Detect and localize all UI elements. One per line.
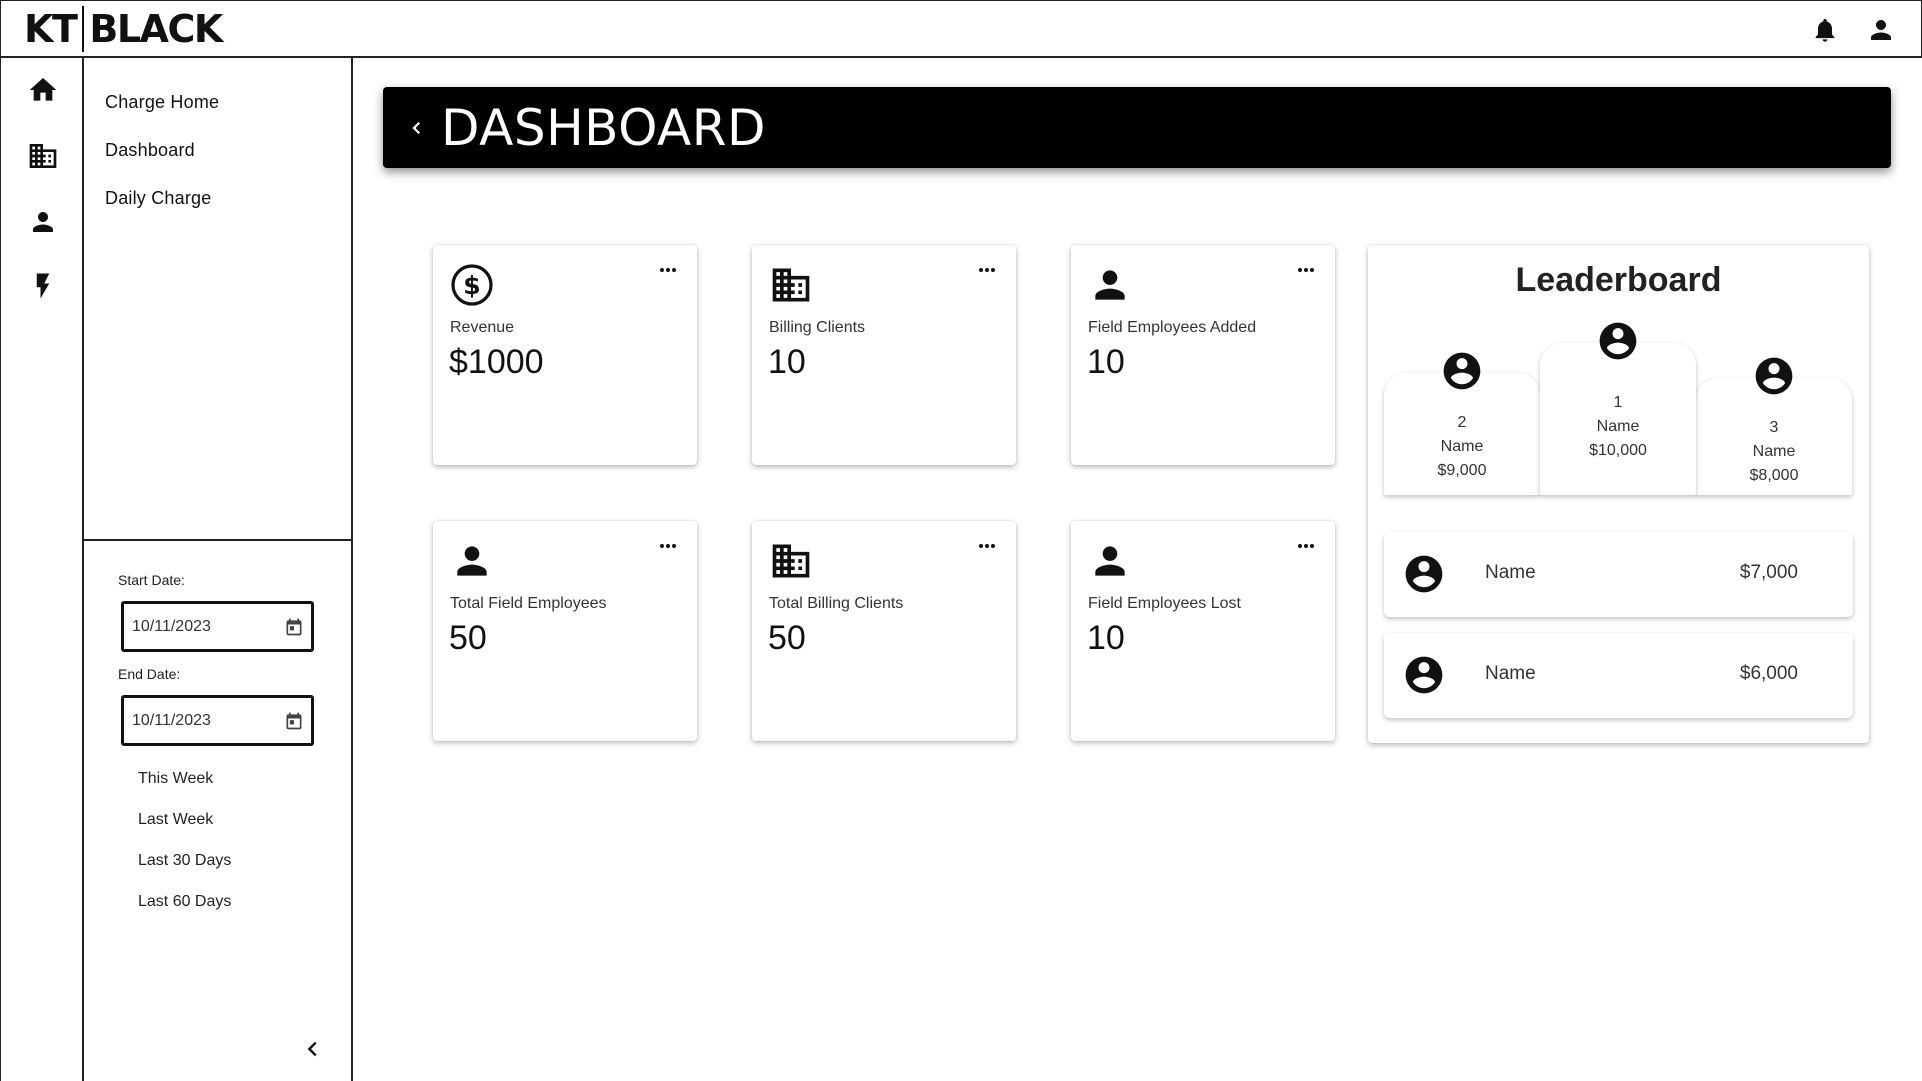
account-circle-icon — [1755, 357, 1793, 395]
sidebar-divider — [84, 539, 351, 541]
page-header: DASHBOARD — [383, 87, 1891, 168]
end-date-value: 10/11/2023 — [132, 711, 211, 729]
podium-second[interactable]: 2 Name $9,000 — [1384, 352, 1540, 495]
start-date-value: 10/11/2023 — [132, 617, 211, 635]
start-date-field[interactable]: 10/11/2023 — [121, 601, 314, 652]
stat-label: Billing Clients — [769, 319, 866, 336]
podium-amount: $9,000 — [1437, 462, 1487, 479]
stat-value: 10 — [1087, 619, 1125, 657]
dollar-circle-icon: $ — [450, 263, 494, 307]
leaderboard-row[interactable]: Name $6,000 — [1384, 633, 1853, 718]
end-date-label: End Date: — [118, 666, 181, 682]
stat-label: Total Billing Clients — [769, 595, 904, 612]
svg-text:$: $ — [463, 271, 480, 300]
sub-navigation: Charge Home Dashboard Daily Charge Start… — [84, 58, 353, 1081]
podium-third[interactable]: 3 Name $8,000 — [1696, 357, 1852, 495]
nav-charge-home[interactable]: Charge Home — [105, 82, 219, 130]
calendar-icon[interactable] — [284, 617, 304, 637]
more-options-icon[interactable] — [657, 537, 679, 555]
stat-value: $1000 — [449, 343, 544, 381]
person-icon — [1088, 263, 1132, 307]
home-icon[interactable] — [27, 74, 59, 106]
account-circle-icon — [1405, 656, 1443, 694]
range-this-week[interactable]: This Week — [138, 770, 213, 788]
top-bar: KT BLACK — [0, 0, 1922, 58]
more-options-icon[interactable] — [976, 537, 998, 555]
podium-name: Name — [1752, 443, 1796, 460]
leaderboard-row-name: Name — [1485, 663, 1536, 684]
logo-left-text: KT — [24, 7, 78, 51]
account-circle-icon — [1443, 352, 1481, 390]
podium-rank: 3 — [1769, 419, 1779, 436]
stat-value: 50 — [449, 619, 487, 657]
podium-amount: $10,000 — [1589, 442, 1647, 459]
end-date-field[interactable]: 10/11/2023 — [121, 695, 314, 746]
back-chevron-icon[interactable] — [405, 116, 429, 140]
account-circle-icon — [1405, 555, 1443, 593]
stat-card-field-employees-added[interactable]: Field Employees Added 10 — [1071, 245, 1335, 465]
start-date-label: Start Date: — [118, 572, 185, 588]
building-icon — [769, 539, 813, 583]
stat-card-total-field-employees[interactable]: Total Field Employees 50 — [433, 521, 697, 741]
stat-card-billing-clients[interactable]: Billing Clients 10 — [752, 245, 1016, 465]
building-icon — [769, 263, 813, 307]
range-last-60-days[interactable]: Last 60 Days — [138, 893, 231, 911]
more-options-icon[interactable] — [657, 261, 679, 279]
stat-label: Field Employees Added — [1088, 319, 1257, 336]
account-icon[interactable] — [1863, 12, 1899, 48]
stat-label: Field Employees Lost — [1088, 595, 1241, 612]
person-icon — [1088, 539, 1132, 583]
stat-value: 50 — [768, 619, 806, 657]
more-options-icon[interactable] — [976, 261, 998, 279]
podium-rank: 2 — [1457, 414, 1467, 431]
range-last-30-days[interactable]: Last 30 Days — [138, 852, 231, 870]
stat-card-total-billing-clients[interactable]: Total Billing Clients 50 — [752, 521, 1016, 741]
podium-name: Name — [1440, 438, 1484, 455]
stat-card-revenue[interactable]: $ Revenue $1000 — [433, 245, 697, 465]
nav-dashboard[interactable]: Dashboard — [105, 130, 219, 178]
person-icon — [450, 539, 494, 583]
stat-value: 10 — [1087, 343, 1125, 381]
podium-first[interactable]: 1 Name $10,000 — [1540, 322, 1696, 495]
kt-black-logo[interactable]: KT BLACK — [24, 6, 223, 52]
more-options-icon[interactable] — [1295, 261, 1317, 279]
podium-name: Name — [1596, 418, 1640, 435]
more-options-icon[interactable] — [1295, 537, 1317, 555]
bell-icon[interactable] — [1807, 12, 1843, 48]
leaderboard-title: Leaderboard — [1515, 261, 1722, 299]
stat-label: Revenue — [450, 319, 515, 336]
stat-card-field-employees-lost[interactable]: Field Employees Lost 10 — [1071, 521, 1335, 741]
stat-value: 10 — [768, 343, 806, 381]
logo-right-text: BLACK — [89, 7, 223, 51]
person-icon[interactable] — [27, 206, 59, 238]
nav-daily-charge[interactable]: Daily Charge — [105, 178, 219, 226]
calendar-icon[interactable] — [284, 711, 304, 731]
leaderboard-row-name: Name — [1485, 562, 1536, 583]
icon-rail — [0, 58, 84, 1081]
leaderboard-card: Leaderboard 2 Name $9,000 3 Name $8,000 … — [1368, 245, 1869, 743]
chevron-left-icon[interactable] — [300, 1036, 326, 1062]
leaderboard-row-amount: $6,000 — [1739, 663, 1798, 684]
page-title: DASHBOARD — [441, 98, 767, 157]
leaderboard-row-amount: $7,000 — [1739, 562, 1798, 583]
podium-rank: 1 — [1613, 394, 1623, 411]
range-last-week[interactable]: Last Week — [138, 811, 213, 829]
leaderboard-row[interactable]: Name $7,000 — [1384, 532, 1853, 617]
logo-divider — [82, 6, 85, 52]
stat-label: Total Field Employees — [450, 595, 607, 612]
podium-amount: $8,000 — [1749, 467, 1799, 484]
account-circle-icon — [1599, 322, 1637, 360]
building-icon[interactable] — [27, 140, 59, 172]
lightning-icon[interactable] — [27, 270, 59, 302]
